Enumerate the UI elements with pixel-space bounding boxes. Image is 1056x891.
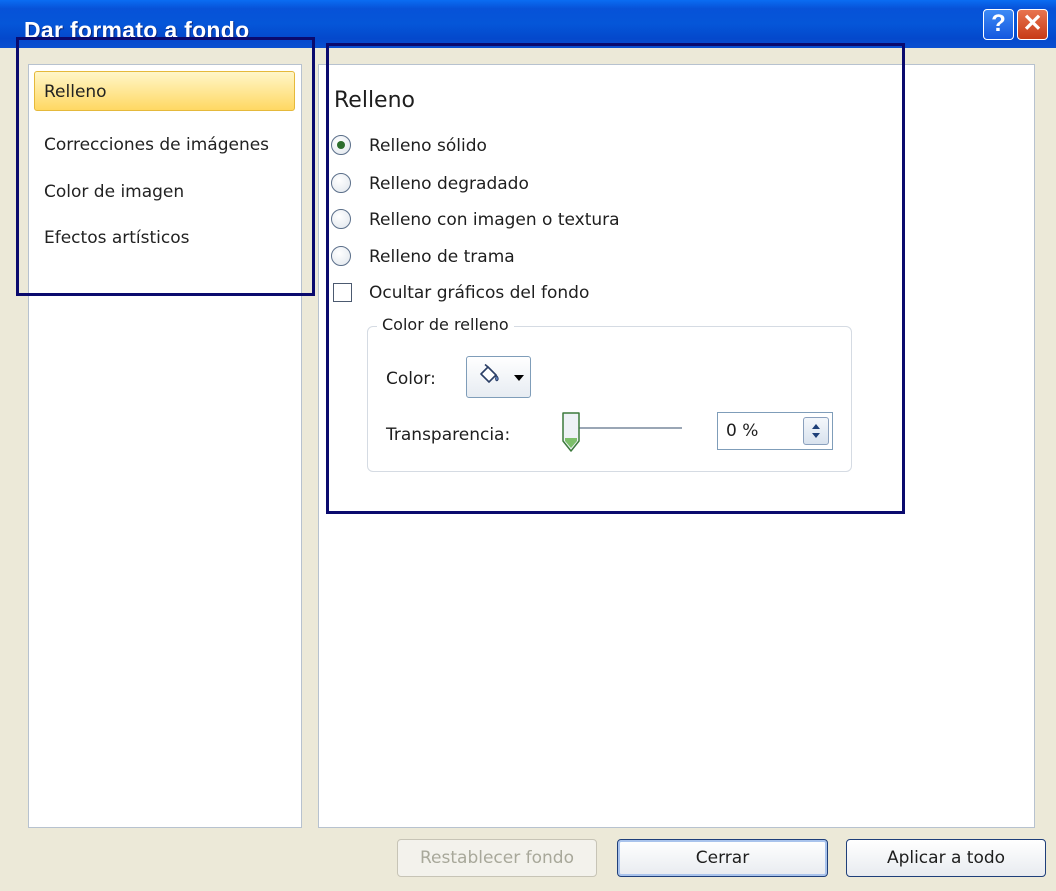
close-button[interactable]: Cerrar (617, 839, 828, 877)
transparency-slider-thumb[interactable] (561, 411, 581, 453)
fill-color-group (367, 326, 852, 472)
title-bar[interactable]: Dar formato a fondo ? ✕ (0, 0, 1056, 48)
transparency-spinner[interactable]: 0 % (717, 412, 833, 450)
chevron-down-icon (514, 375, 524, 381)
format-background-dialog: Dar formato a fondo ? ✕ Relleno Correcci… (0, 0, 1056, 891)
radio-pattern-fill[interactable] (331, 246, 351, 266)
category-item-label: Correcciones de imágenes (44, 135, 270, 155)
spin-down-icon[interactable] (812, 433, 820, 438)
spin-up-icon[interactable] (812, 424, 820, 429)
section-title: Relleno (334, 88, 415, 113)
apply-to-all-button[interactable]: Aplicar a todo (846, 839, 1046, 877)
radio-picture-texture-fill-label[interactable]: Relleno con imagen o textura (369, 210, 620, 230)
reset-background-button[interactable]: Restablecer fondo (397, 839, 597, 877)
category-item-color-de-imagen[interactable]: Color de imagen (44, 172, 184, 212)
close-icon: ✕ (1022, 10, 1043, 37)
spin-button[interactable] (803, 417, 829, 445)
category-list: Relleno Correcciones de imágenes Color d… (28, 64, 302, 828)
radio-solid-fill-label[interactable]: Relleno sólido (369, 136, 487, 156)
category-item-correcciones-de-imagenes[interactable]: Correcciones de imágenes (44, 125, 269, 165)
hide-background-graphics-checkbox[interactable] (333, 283, 352, 302)
fill-color-group-legend: Color de relleno (377, 315, 514, 334)
radio-gradient-fill-label[interactable]: Relleno degradado (369, 174, 529, 194)
radio-picture-texture-fill[interactable] (331, 209, 351, 229)
radio-pattern-fill-label[interactable]: Relleno de trama (369, 247, 515, 267)
color-label: Color: (386, 369, 436, 389)
hide-background-graphics-label[interactable]: Ocultar gráficos del fondo (369, 283, 589, 303)
category-item-label: Color de imagen (44, 182, 185, 202)
transparency-value[interactable]: 0 % (726, 421, 758, 441)
close-window-button[interactable]: ✕ (1017, 9, 1048, 40)
category-item-label: Efectos artísticos (44, 228, 190, 248)
dialog-title: Dar formato a fondo (24, 17, 250, 43)
help-icon: ? (991, 10, 1006, 37)
help-button[interactable]: ? (983, 9, 1014, 40)
category-item-label: Relleno (44, 82, 107, 102)
radio-solid-fill[interactable] (331, 135, 351, 155)
category-item-relleno[interactable]: Relleno (34, 71, 295, 111)
category-item-efectos-artisticos[interactable]: Efectos artísticos (44, 218, 190, 258)
color-picker-button[interactable] (466, 356, 531, 398)
transparency-label: Transparencia: (386, 425, 511, 445)
paint-bucket-icon (480, 364, 499, 383)
radio-gradient-fill[interactable] (331, 173, 351, 193)
transparency-slider-track[interactable] (570, 427, 682, 429)
